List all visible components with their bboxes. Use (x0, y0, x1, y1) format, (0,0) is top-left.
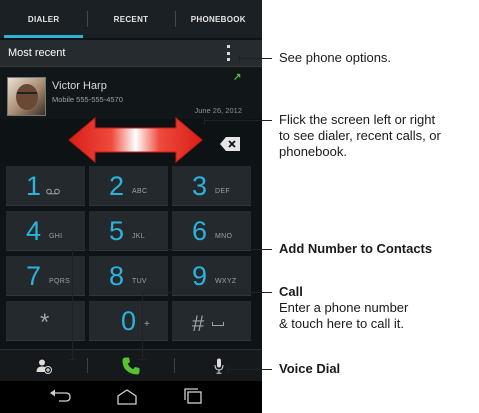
key-letters: PQRS (49, 278, 71, 285)
callout-add-contact: Add Number to Contacts (279, 241, 433, 256)
key-digit: * (40, 309, 50, 336)
key-digit: 3 (192, 171, 208, 201)
list-header: Most recent (0, 40, 262, 67)
options-leader-line (239, 55, 240, 62)
key-2[interactable]: 2 ABC (89, 166, 168, 206)
key-8[interactable]: 8 TUV (89, 256, 168, 296)
options-leader-line (239, 58, 272, 59)
action-bar (0, 349, 262, 381)
add-contact-icon (36, 359, 52, 374)
callout-flick-line2: to see dialer, recent calls, or (279, 128, 441, 143)
back-icon[interactable] (45, 387, 75, 407)
home-icon[interactable] (112, 387, 142, 407)
key-6[interactable]: 6 MNO (172, 211, 251, 251)
key-4[interactable]: 4 GHI (6, 211, 85, 251)
flick-arrow-icon (68, 116, 203, 164)
key-digit: 7 (26, 261, 42, 291)
key-letters: DEF (215, 188, 230, 195)
key-digit: 8 (109, 261, 125, 291)
tab-recent[interactable]: RECENT (87, 0, 174, 38)
voice-dial-leader-line (227, 369, 272, 370)
voicemail-icon (46, 188, 60, 195)
key-letters: TUV (132, 278, 147, 285)
backspace-icon[interactable] (220, 137, 240, 151)
tab-dialer[interactable]: DIALER (0, 0, 87, 38)
key-digit: 1 (26, 171, 42, 201)
callout-flick-line3: phonebook. (279, 144, 347, 159)
key-3[interactable]: 3 DEF (172, 166, 251, 206)
overflow-menu-icon[interactable] (222, 45, 234, 61)
add-contact-leader-line (72, 249, 73, 360)
key-digit: 6 (192, 216, 208, 246)
key-hash[interactable]: # (172, 301, 251, 341)
callout-voice-dial: Voice Dial (279, 361, 341, 376)
callout-options: See phone options. (279, 50, 392, 65)
key-digit: 4 (26, 216, 42, 246)
key-5[interactable]: 5 JKL (89, 211, 168, 251)
call-date: June 26, 2012 (194, 106, 242, 115)
callout-call-title: Call (279, 284, 303, 299)
call-leader-line (138, 359, 146, 360)
call-button[interactable] (88, 350, 174, 381)
header-title: Most recent (8, 47, 66, 59)
key-letters: + (144, 319, 151, 330)
tab-bar: DIALER RECENT PHONEBOOK (0, 0, 262, 38)
key-digit: 2 (109, 171, 125, 201)
call-leader-line (142, 292, 143, 360)
flick-leader-line (204, 120, 272, 121)
key-digit: 0 (121, 306, 137, 336)
outgoing-call-icon: ↗ (233, 72, 242, 83)
callout-flick-line1: Flick the screen left or right (279, 112, 436, 127)
callout-call-desc-line2: & touch here to call it. (279, 316, 405, 331)
call-leader-line (142, 292, 272, 293)
recent-call-item[interactable]: Victor Harp Mobile 555-555-4570 June 26,… (0, 67, 262, 119)
add-contact-leader-line (68, 359, 76, 360)
phone-screen: DIALER RECENT PHONEBOOK Most recent Vict… (0, 0, 262, 413)
flick-leader-line (204, 117, 205, 124)
key-7[interactable]: 7 PQRS (6, 256, 85, 296)
key-letters: WXYZ (215, 278, 237, 285)
key-letters: GHI (49, 233, 63, 240)
recent-apps-icon[interactable] (178, 387, 208, 407)
keypad: 1 2 ABC 3 DEF 4 GHI 5 JKL 6 MNO 7 PQRS 8 (0, 164, 262, 344)
key-digit: 5 (109, 216, 125, 246)
key-letters: ABC (132, 188, 148, 195)
key-letters: MNO (215, 233, 233, 240)
key-star[interactable]: * (6, 301, 85, 341)
avatar (7, 77, 46, 116)
key-0[interactable]: 0 + (89, 301, 168, 341)
space-symbol (212, 322, 224, 326)
voice-dial-leader-line (227, 366, 228, 373)
callout-call-desc-line1: Enter a phone number (279, 300, 409, 315)
contact-number: Mobile 555-555-4570 (52, 95, 123, 104)
contact-name: Victor Harp (52, 80, 107, 92)
add-contact-leader-line (72, 249, 272, 250)
voice-dial-button[interactable] (175, 350, 262, 381)
navigation-bar (0, 381, 262, 413)
microphone-icon (214, 358, 223, 374)
key-digit: # (192, 311, 205, 336)
add-contact-button[interactable] (0, 350, 87, 381)
tab-phonebook[interactable]: PHONEBOOK (174, 0, 262, 38)
key-1[interactable]: 1 (6, 166, 85, 206)
key-digit: 9 (192, 261, 208, 291)
key-9[interactable]: 9 WXYZ (172, 256, 251, 296)
key-letters: JKL (132, 233, 145, 240)
